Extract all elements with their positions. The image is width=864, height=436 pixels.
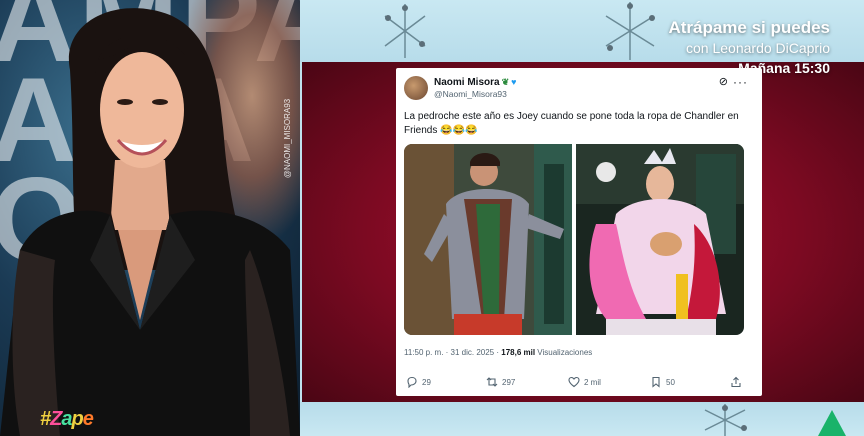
user-handle[interactable]: @Naomi_Misora93: [434, 89, 507, 99]
studio-shot: AMPA ADA O #Zape: [0, 0, 300, 436]
media-photo-pedroche[interactable]: [576, 144, 744, 335]
snowflake-decoration-icon: [605, 2, 655, 60]
reply-icon: [407, 376, 417, 388]
more-icon[interactable]: ···: [733, 75, 748, 89]
tweet-media[interactable]: [404, 144, 744, 335]
bottom-band: [300, 402, 864, 436]
tweet-card: Naomi Misora ❦ ♥ @Naomi_Misora93 ⊘ ··· La …: [396, 68, 762, 396]
promo-subtitle: con Leonardo DiCaprio: [686, 40, 830, 56]
snowflake-decoration-icon: [704, 404, 747, 436]
media-photo-joey[interactable]: [404, 144, 572, 335]
zapeando-logo: #Zape: [40, 408, 94, 430]
display-name[interactable]: Naomi Misora ❦ ♥: [434, 77, 516, 88]
avatar[interactable]: [404, 76, 428, 100]
tweet-actions: 29 297 2 mil 50: [396, 376, 762, 392]
bookmark-icon: [652, 376, 660, 388]
channel-logo: [818, 410, 846, 436]
tweet-text: La pedroche este año es Joey cuando se p…: [404, 111, 739, 136]
promo-title: Atrápame si puedes: [668, 18, 830, 37]
reply-button[interactable]: 29: [406, 376, 431, 388]
grok-icon[interactable]: ⊘: [719, 75, 728, 88]
snowflake-decoration-icon: [384, 4, 426, 58]
leaf-icon: ❦: [501, 77, 510, 87]
verified-badge-icon: ♥: [511, 77, 517, 87]
tweet-meta: 11:50 p. m. · 31 dic. 2025 · 178,6 mil V…: [404, 348, 593, 357]
repost-icon: [486, 377, 498, 387]
share-button[interactable]: [730, 376, 742, 388]
watermark: @NAOMI_MISORA93: [283, 98, 293, 179]
like-button[interactable]: 2 mil: [568, 376, 601, 388]
bookmark-button[interactable]: 50: [650, 376, 675, 388]
share-icon: [731, 376, 741, 388]
presenter-figure: [0, 8, 300, 436]
like-icon: [568, 376, 580, 388]
repost-button[interactable]: 297: [486, 376, 515, 388]
